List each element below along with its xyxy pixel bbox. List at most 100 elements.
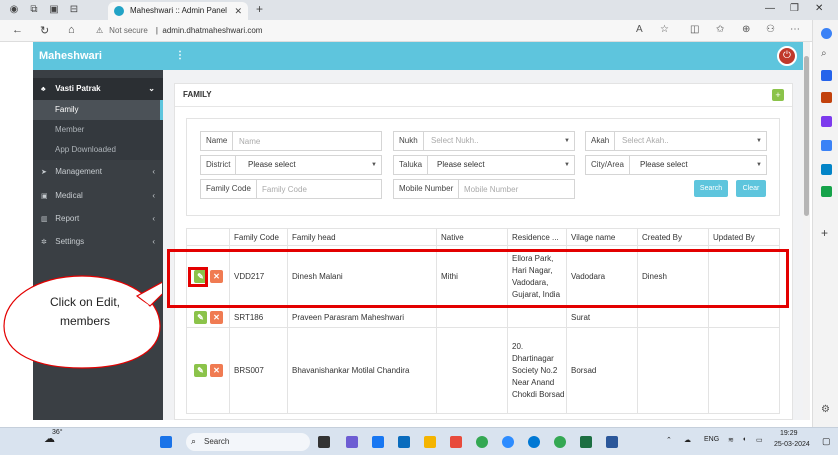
home-icon[interactable]: ⌂	[68, 24, 75, 36]
battery-icon[interactable]: ▭	[756, 436, 763, 444]
app-icon[interactable]	[450, 436, 462, 448]
menu-toggle-icon[interactable]: ⋮	[175, 50, 185, 61]
family-code-input[interactable]	[262, 181, 380, 197]
more-menu-icon[interactable]: ⋯	[790, 24, 800, 35]
search-button[interactable]: Search	[694, 180, 728, 197]
start-icon[interactable]	[160, 436, 172, 448]
task-view-icon[interactable]	[318, 436, 330, 448]
mobile-input[interactable]	[464, 181, 572, 197]
browser-tab[interactable]: Maheshwari :: Admin Panel ✕	[108, 2, 248, 20]
clock-time[interactable]: 19:29	[780, 430, 798, 437]
add-sidebar-icon[interactable]: +	[821, 226, 832, 240]
delete-button[interactable]: ✕	[210, 311, 223, 324]
new-tab-icon[interactable]: +	[256, 2, 263, 16]
favorite-star-icon[interactable]: ☆	[660, 24, 669, 35]
zoom-icon[interactable]	[502, 436, 514, 448]
nukh-select[interactable]: Select Nukh..	[426, 132, 479, 150]
word-icon[interactable]	[606, 436, 618, 448]
url-field[interactable]: ⚠ Not secure | admin.dhatmaheshwari.com	[96, 23, 686, 39]
workspaces-icon[interactable]: ⧉	[28, 4, 40, 16]
taluka-select[interactable]: Please select	[432, 156, 485, 174]
close-window-icon[interactable]: ✕	[815, 3, 823, 14]
notification-icon[interactable]: ▢	[822, 436, 831, 447]
shopping-icon[interactable]	[821, 70, 832, 81]
sidebar-item-family[interactable]: Family	[33, 100, 163, 120]
family-code-filter: Family Code	[200, 179, 382, 199]
sidebar-item-app-downloaded[interactable]: App Downloaded	[33, 140, 163, 160]
collections-toolbar-icon[interactable]: ⊕	[742, 24, 750, 35]
table-row: ✎ ✕ BRS007 Bhavanishankar Motilal Chandi…	[186, 328, 780, 414]
page-scrollbar[interactable]	[803, 42, 810, 420]
tab-actions-icon[interactable]: ▣	[48, 4, 60, 16]
city-label: City/Area	[586, 156, 630, 174]
edge-icon[interactable]	[528, 436, 540, 448]
games-icon[interactable]	[821, 116, 832, 127]
chrome-profile-icon[interactable]	[554, 436, 566, 448]
gear-icon: ✲	[41, 239, 47, 246]
edit-button[interactable]: ✎	[194, 311, 207, 324]
tools-icon[interactable]	[821, 92, 832, 103]
bar-chart-icon: ▥	[41, 216, 48, 223]
favorites-icon[interactable]: ✩	[716, 24, 724, 35]
volume-icon[interactable]: ◖	[742, 436, 746, 443]
sidebar-item-vasti-patrak[interactable]: ♣ Vasti Patrak ⌄	[33, 78, 163, 100]
outlook-icon[interactable]	[821, 164, 832, 175]
sidebar-item-label: Vasti Patrak	[55, 84, 101, 93]
copilot-icon[interactable]	[821, 28, 832, 39]
language-indicator[interactable]: ENG	[704, 436, 719, 443]
clear-button[interactable]: Clear	[736, 180, 766, 197]
sidebar-item-medical[interactable]: ▣ Medical ‹	[33, 185, 163, 207]
name-input[interactable]	[239, 133, 379, 149]
drop-icon[interactable]	[821, 186, 832, 197]
refresh-icon[interactable]: ↻	[40, 24, 49, 37]
brand-logo[interactable]: Maheshwari	[33, 42, 163, 70]
column-header[interactable]: Residence ...	[507, 229, 566, 247]
teams-icon[interactable]	[346, 436, 358, 448]
collections-icon[interactable]: ⊟	[68, 4, 80, 16]
restore-icon[interactable]: ❐	[790, 3, 799, 14]
chevron-up-icon[interactable]: ⌃	[666, 436, 672, 444]
excel-icon[interactable]	[580, 436, 592, 448]
column-header[interactable]: Vilage name	[566, 229, 637, 247]
logout-icon[interactable]: ⏻	[777, 46, 797, 66]
microsoft365-icon[interactable]	[821, 140, 832, 151]
extensions-icon[interactable]: ⚇	[766, 24, 775, 35]
column-header[interactable]: Family Code	[229, 229, 287, 247]
close-tab-icon[interactable]: ✕	[234, 2, 242, 20]
callout-text: Click on Edit, members	[49, 295, 121, 328]
sidebar-item-member[interactable]: Member	[33, 120, 163, 140]
sidebar-item-management[interactable]: ➤ Management ‹	[33, 161, 163, 183]
column-header[interactable]: Native	[436, 229, 507, 247]
sidebar-settings-icon[interactable]: ⚙	[821, 404, 832, 415]
read-aloud-icon[interactable]: A	[636, 24, 643, 35]
table-cell: SRT186	[229, 308, 287, 327]
chrome-icon[interactable]	[476, 436, 488, 448]
sidebar-item-report[interactable]: ▥ Report ‹	[33, 208, 163, 230]
file-explorer-icon[interactable]	[424, 436, 436, 448]
chat-icon[interactable]	[372, 436, 384, 448]
delete-button[interactable]: ✕	[210, 364, 223, 377]
search-sidebar-icon[interactable]: ⌕	[821, 48, 832, 59]
district-select[interactable]: Please select	[243, 156, 296, 174]
profile-icon[interactable]: ◉	[8, 4, 20, 16]
edit-button[interactable]: ✎	[194, 364, 207, 377]
city-select[interactable]: Please select	[635, 156, 688, 174]
column-header[interactable]: Updated By	[708, 229, 781, 247]
split-screen-icon[interactable]: ◫	[690, 24, 699, 35]
clock-date[interactable]: 25-03-2024	[774, 441, 810, 448]
sidebar-item-settings[interactable]: ✲ Settings ‹	[33, 231, 163, 253]
scrollbar-thumb[interactable]	[804, 56, 809, 216]
add-family-button[interactable]: +	[772, 89, 784, 101]
column-header[interactable]: Family head	[287, 229, 436, 247]
chevron-left-icon: ‹	[152, 237, 155, 246]
akah-select[interactable]: Select Akah..	[617, 132, 669, 150]
taskbar-search[interactable]: Search	[186, 433, 310, 451]
store-icon[interactable]	[398, 436, 410, 448]
chevron-down-icon: ▼	[371, 162, 377, 168]
column-header[interactable]: Created By	[637, 229, 708, 247]
onedrive-icon[interactable]: ☁	[684, 436, 691, 444]
back-icon[interactable]: ←	[12, 24, 23, 36]
chevron-down-icon: ▼	[564, 162, 570, 168]
minimize-icon[interactable]: —	[765, 3, 775, 14]
wifi-icon[interactable]: ≋	[728, 436, 734, 444]
